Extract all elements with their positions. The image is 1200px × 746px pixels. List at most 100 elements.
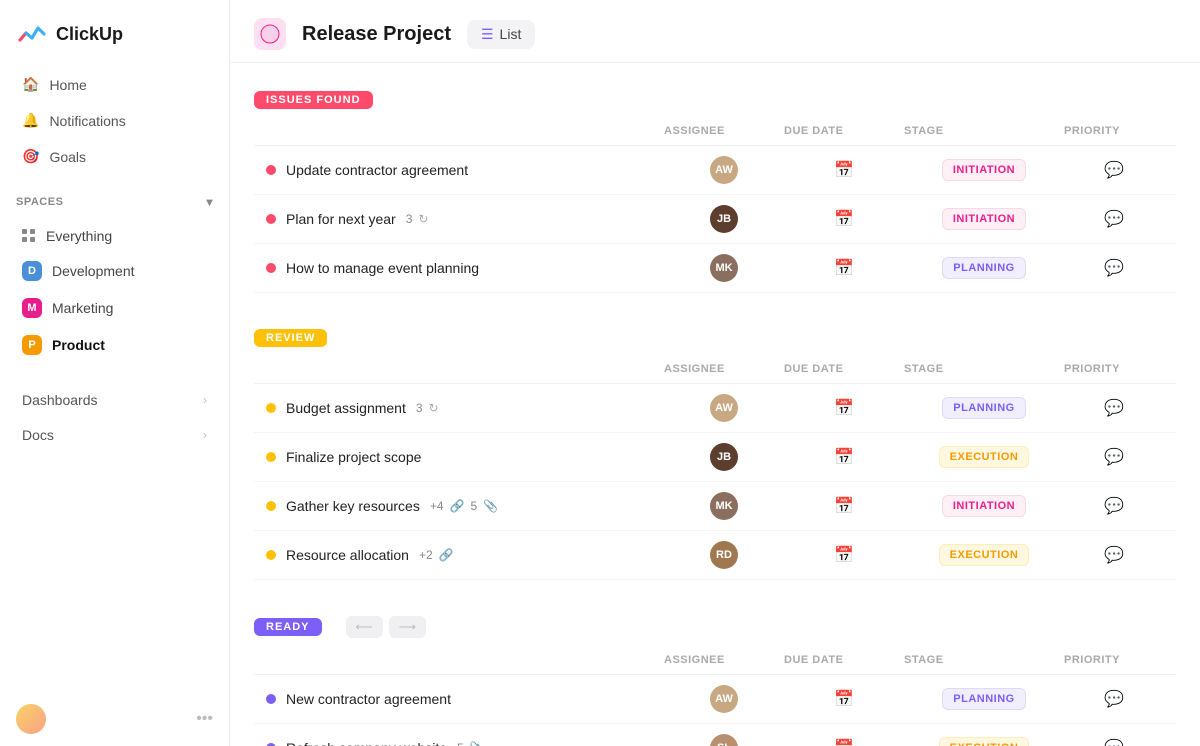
logo-text: ClickUp bbox=[56, 24, 123, 45]
avatar: RD bbox=[710, 541, 738, 569]
refresh-icon: ↻ bbox=[429, 401, 439, 415]
nav-home[interactable]: 🏠 Home bbox=[6, 67, 223, 102]
task-meta: +2 🔗 bbox=[419, 548, 454, 562]
assignee-cell: JB bbox=[664, 205, 784, 233]
development-dot: D bbox=[22, 261, 42, 281]
sidebar-item-development[interactable]: D Development bbox=[6, 253, 223, 289]
priority-header-3: PRIORITY bbox=[1064, 654, 1164, 666]
main-nav: 🏠 Home 🔔 Notifications 🎯 Goals bbox=[0, 60, 229, 181]
task-label[interactable]: Finalize project scope bbox=[286, 449, 421, 465]
stage-badge[interactable]: EXECUTION bbox=[939, 544, 1030, 566]
task-label[interactable]: Resource allocation bbox=[286, 547, 409, 563]
priority-cell: 💬 bbox=[1064, 258, 1164, 278]
priority-cell: 💬 bbox=[1064, 209, 1164, 229]
date-cell[interactable]: 📅 bbox=[784, 398, 904, 418]
spaces-label: Spaces bbox=[16, 196, 63, 208]
sidebar-item-everything[interactable]: Everything bbox=[6, 220, 223, 252]
task-label[interactable]: Budget assignment bbox=[286, 400, 406, 416]
stage-badge[interactable]: PLANNING bbox=[942, 688, 1025, 710]
table-row: Budget assignment 3 ↻ AW 📅 PLANNING 💬 bbox=[254, 384, 1176, 433]
avatar: AW bbox=[710, 156, 738, 184]
stage-badge[interactable]: INITIATION bbox=[942, 208, 1026, 230]
marketing-label: Marketing bbox=[52, 300, 113, 316]
spaces-list: Everything D Development M Marketing P P… bbox=[0, 217, 229, 366]
issues-badge[interactable]: ISSUES FOUND bbox=[254, 91, 373, 109]
stage-badge[interactable]: EXECUTION bbox=[939, 737, 1030, 746]
chat-icon[interactable]: 💬 bbox=[1104, 496, 1124, 516]
nav-notifications[interactable]: 🔔 Notifications bbox=[6, 103, 223, 138]
nav-goals[interactable]: 🎯 Goals bbox=[6, 139, 223, 174]
stage-cell: EXECUTION bbox=[904, 737, 1064, 746]
avatar: JB bbox=[710, 205, 738, 233]
task-meta: 3 ↻ bbox=[406, 212, 429, 226]
nav-notifications-label: Notifications bbox=[49, 113, 125, 129]
list-view-tab[interactable]: ☰ List bbox=[467, 20, 535, 49]
nav-home-label: Home bbox=[49, 77, 86, 93]
calendar-icon: 📅 bbox=[834, 545, 854, 565]
stage-cell: INITIATION bbox=[904, 208, 1064, 230]
calendar-icon: 📅 bbox=[834, 496, 854, 516]
date-cell[interactable]: 📅 bbox=[784, 160, 904, 180]
priority-dot-blue bbox=[266, 694, 276, 704]
task-content: ISSUES FOUND ASSIGNEE DUE DATE STAGE PRI… bbox=[230, 63, 1200, 746]
chat-icon[interactable]: 💬 bbox=[1104, 398, 1124, 418]
group-control-btn-2[interactable]: ⟶ bbox=[389, 616, 426, 638]
stage-badge[interactable]: INITIATION bbox=[942, 159, 1026, 181]
group-ready: READY ⟵ ⟶ ASSIGNEE DUE DATE STAGE PRIORI… bbox=[254, 604, 1176, 746]
date-cell[interactable]: 📅 bbox=[784, 496, 904, 516]
priority-dot-yellow bbox=[266, 550, 276, 560]
group-ready-header: READY ⟵ ⟶ bbox=[254, 604, 1176, 638]
issues-table-header: ASSIGNEE DUE DATE STAGE PRIORITY bbox=[254, 117, 1176, 146]
assignee-header-1: ASSIGNEE bbox=[664, 125, 784, 137]
nav-goals-label: Goals bbox=[49, 149, 86, 165]
assignee-cell: SL bbox=[664, 734, 784, 746]
stage-cell: PLANNING bbox=[904, 257, 1064, 279]
task-label[interactable]: Update contractor agreement bbox=[286, 162, 468, 178]
priority-header-1: PRIORITY bbox=[1064, 125, 1164, 137]
spaces-header[interactable]: Spaces ▾ bbox=[16, 195, 213, 209]
date-cell[interactable]: 📅 bbox=[784, 209, 904, 229]
assignee-header-3: ASSIGNEE bbox=[664, 654, 784, 666]
chat-icon[interactable]: 💬 bbox=[1104, 160, 1124, 180]
ready-badge[interactable]: READY bbox=[254, 618, 322, 636]
stage-badge[interactable]: PLANNING bbox=[942, 397, 1025, 419]
date-cell[interactable]: 📅 bbox=[784, 447, 904, 467]
priority-dot-red bbox=[266, 214, 276, 224]
group-control-btn-1[interactable]: ⟵ bbox=[346, 616, 383, 638]
task-label[interactable]: Plan for next year bbox=[286, 211, 396, 227]
chat-icon[interactable]: 💬 bbox=[1104, 689, 1124, 709]
user-menu-dots[interactable]: ••• bbox=[196, 710, 213, 728]
group-review-header: REVIEW bbox=[254, 317, 1176, 347]
sidebar-item-product[interactable]: P Product bbox=[6, 327, 223, 363]
nav-docs[interactable]: Docs › bbox=[6, 418, 223, 452]
avatar: JB bbox=[710, 443, 738, 471]
task-label[interactable]: Refresh company website bbox=[286, 740, 447, 746]
stage-cell: EXECUTION bbox=[904, 446, 1064, 468]
chevron-right-icon-docs: › bbox=[203, 428, 207, 442]
chat-icon[interactable]: 💬 bbox=[1104, 545, 1124, 565]
task-label[interactable]: New contractor agreement bbox=[286, 691, 451, 707]
dashboards-label: Dashboards bbox=[22, 392, 98, 408]
nav-dashboards[interactable]: Dashboards › bbox=[6, 383, 223, 417]
assignee-cell: MK bbox=[664, 492, 784, 520]
page-header: 🚀 Release Project ☰ List bbox=[230, 0, 1200, 63]
user-avatar[interactable] bbox=[16, 704, 46, 734]
sidebar-item-marketing[interactable]: M Marketing bbox=[6, 290, 223, 326]
date-cell[interactable]: 📅 bbox=[784, 738, 904, 746]
date-cell[interactable]: 📅 bbox=[784, 545, 904, 565]
chat-icon[interactable]: 💬 bbox=[1104, 258, 1124, 278]
stage-header-3: STAGE bbox=[904, 654, 1064, 666]
date-cell[interactable]: 📅 bbox=[784, 258, 904, 278]
list-icon: ☰ bbox=[481, 26, 494, 43]
task-label[interactable]: How to manage event planning bbox=[286, 260, 479, 276]
chat-icon[interactable]: 💬 bbox=[1104, 209, 1124, 229]
date-cell[interactable]: 📅 bbox=[784, 689, 904, 709]
chat-icon[interactable]: 💬 bbox=[1104, 738, 1124, 746]
stage-badge[interactable]: EXECUTION bbox=[939, 446, 1030, 468]
chat-icon[interactable]: 💬 bbox=[1104, 447, 1124, 467]
assignee-cell: AW bbox=[664, 685, 784, 713]
stage-badge[interactable]: INITIATION bbox=[942, 495, 1026, 517]
stage-badge[interactable]: PLANNING bbox=[942, 257, 1025, 279]
task-label[interactable]: Gather key resources bbox=[286, 498, 420, 514]
review-badge[interactable]: REVIEW bbox=[254, 329, 327, 347]
